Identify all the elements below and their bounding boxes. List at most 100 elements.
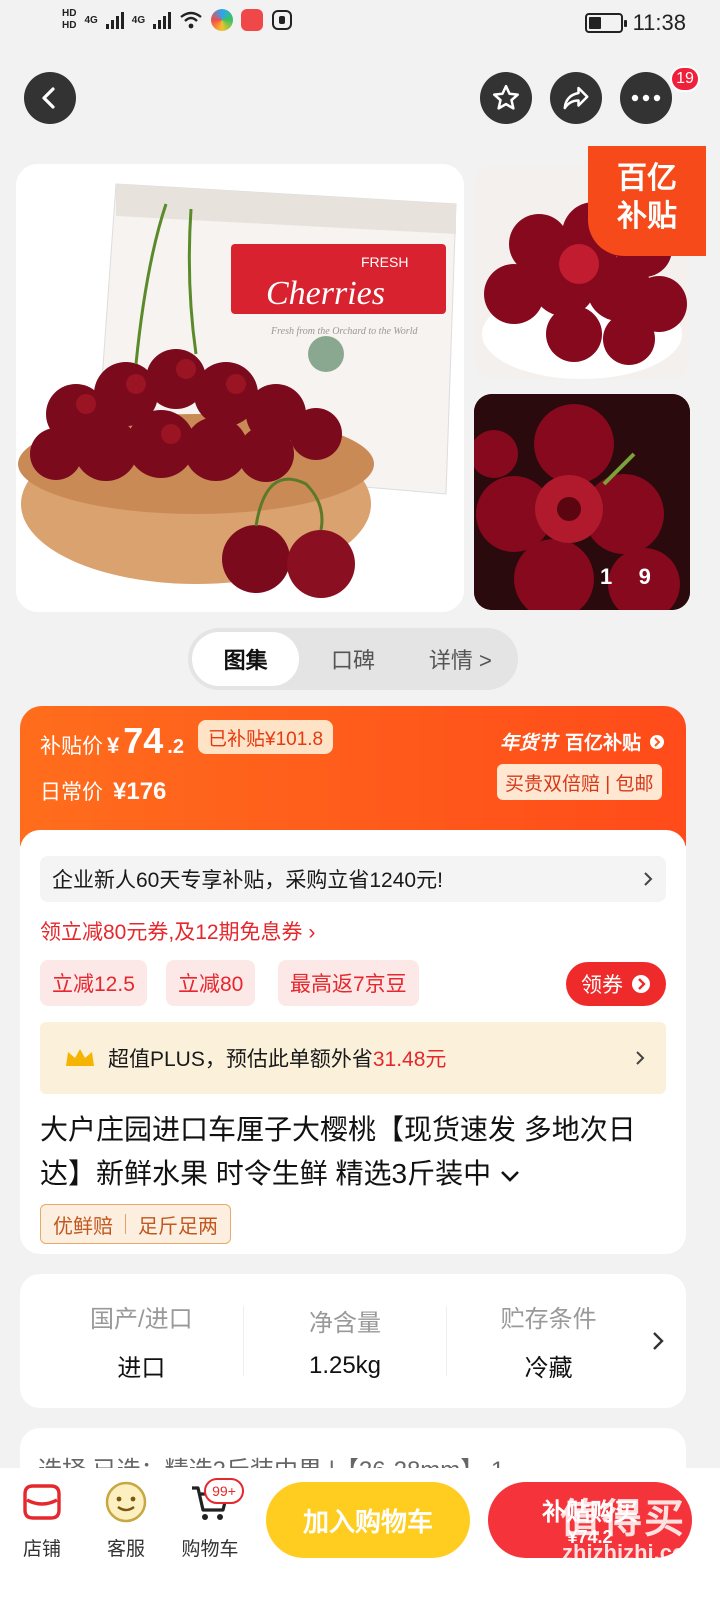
coupon-chip-3[interactable]: 最高返7京豆 — [278, 960, 419, 1006]
chevron-down-icon[interactable] — [499, 1169, 521, 1183]
shop-label: 店铺 — [22, 1539, 61, 1560]
subsidy-price-int: 74 — [123, 720, 164, 761]
cart-badge: 99+ — [204, 1478, 244, 1504]
spec-storage: 贮存条件 冷藏 — [447, 1299, 650, 1383]
arrow-circle-icon — [632, 975, 650, 993]
spec-card[interactable]: 国产/进口 进口 净含量 1.25kg 贮存条件 冷藏 — [20, 1274, 686, 1408]
plus-savings-amount: 31.48元 — [372, 1048, 447, 1071]
brand-tag: 百亿补贴 — [565, 733, 642, 754]
hd2-label: HD — [62, 20, 77, 31]
signal-icon-2 — [153, 11, 172, 29]
service-tags[interactable]: 优鲜赔 足斤足两 — [40, 1204, 231, 1244]
product-title: 大户庄园进口车厘子大樱桃【现货速发 多地次日达】新鲜水果 时令生鲜 精选3斤装中 — [40, 1108, 660, 1196]
service-label: 客服 — [106, 1539, 145, 1560]
message-count-badge: 19 — [670, 66, 700, 92]
status-left: HD HD 4G 4G — [62, 8, 293, 32]
more-dots-icon — [631, 94, 661, 102]
subsidy-price: 补贴价 ¥ 74 .2 — [40, 720, 184, 762]
spec-origin-key: 国产/进口 — [90, 1306, 193, 1333]
subsidy-corner-badge: 百亿 补贴 — [588, 146, 706, 256]
subsidized-amount-pill: 已补贴¥101.8 — [198, 720, 334, 754]
net1-label: 4G — [84, 14, 98, 26]
share-button[interactable] — [550, 72, 602, 124]
product-main-image[interactable]: FRESH Cherries Fresh from the Orchard to… — [16, 164, 464, 612]
enterprise-subsidy-row[interactable]: 企业新人60天专享补贴，采购立省1240元! — [40, 856, 666, 902]
plus-savings-content: 超值PLUS，预估此单额外省 31.48元 — [64, 1043, 446, 1073]
spec-origin-value: 进口 — [117, 1355, 166, 1382]
image-counter-total: 9 — [638, 564, 653, 589]
tab-reviews[interactable]: 口碑 — [299, 632, 406, 686]
spec-storage-key: 贮存条件 — [500, 1306, 597, 1333]
service-tag-1: 优鲜赔 — [53, 1215, 113, 1238]
content-tabs: 图集 口碑 详情 > — [188, 628, 518, 690]
back-button[interactable] — [24, 72, 76, 124]
subsidy-badge-line2: 补贴 — [617, 200, 677, 233]
guarantee-tag: 买贵双倍赔 | 包邮 — [497, 764, 662, 800]
festival-brand-tag[interactable]: 年货节 百亿补贴 — [500, 728, 665, 755]
signal-icon — [105, 11, 124, 29]
spec-weight-key: 净含量 — [309, 1309, 381, 1337]
battery-icon — [584, 13, 627, 33]
cherries-box-illustration: FRESH Cherries Fresh from the Orchard to… — [16, 164, 464, 612]
subsidy-price-label: 补贴价 — [40, 735, 103, 758]
regular-price-value: ¥176 — [113, 778, 167, 805]
subsidy-price-dec: .2 — [167, 736, 184, 758]
cherries-closeup-image — [474, 394, 690, 610]
add-to-cart-button[interactable]: 加入购物车 — [266, 1482, 470, 1558]
regular-price: 日常价 ¥176 — [40, 776, 166, 806]
tab-gallery[interactable]: 图集 — [192, 632, 300, 686]
service-face-icon — [102, 1478, 150, 1526]
arrow-circle-icon — [650, 734, 665, 749]
image-counter-current: 1 — [600, 564, 615, 589]
coupon-chip-2[interactable]: 立减80 — [166, 960, 256, 1006]
box-text-cherries: Cherries — [266, 275, 385, 312]
image-counter: 1 9 — [600, 564, 653, 590]
subsidy-currency: ¥ — [107, 733, 120, 758]
product-title-text: 大户庄园进口车厘子大樱桃【现货速发 多地次日达】新鲜水果 时令生鲜 精选3斤装中 — [40, 1114, 636, 1189]
chevron-right-icon — [636, 1051, 645, 1065]
service-tag-2: 足斤足两 — [138, 1215, 218, 1238]
clock: 11:38 — [632, 10, 686, 35]
crown-icon — [66, 1049, 94, 1066]
net2-label: 4G — [131, 14, 146, 26]
status-bar: HD HD 4G 4G 11:38 — [0, 0, 720, 52]
plus-savings-text: 超值PLUS，预估此单额外省 — [108, 1048, 373, 1071]
watermark: 值得买 — [560, 1497, 686, 1541]
store-icon — [18, 1478, 66, 1526]
chevron-right-icon — [653, 1332, 664, 1350]
cart-label: 购物车 — [181, 1539, 239, 1560]
tab-details[interactable]: 详情 > — [407, 632, 514, 686]
app-icon-red — [241, 9, 264, 31]
spec-origin: 国产/进口 进口 — [40, 1299, 243, 1383]
shield-hand-icon — [272, 10, 293, 30]
box-text-sub: Fresh from the Orchard to the World — [270, 326, 418, 337]
app-icon-colorful — [211, 9, 234, 31]
coupon-link[interactable]: 领立减80元券,及12期免息券 › — [40, 916, 315, 946]
shop-button[interactable]: 店铺 — [2, 1478, 82, 1561]
status-right: 11:38 — [584, 10, 686, 36]
star-icon — [493, 84, 519, 110]
coupon-chip-1[interactable]: 立减12.5 — [40, 960, 147, 1006]
wifi-icon — [180, 11, 202, 29]
plus-savings-row[interactable]: 超值PLUS，预估此单额外省 31.48元 — [40, 1022, 666, 1094]
box-text-fresh: FRESH — [361, 254, 408, 270]
product-thumb-2[interactable] — [474, 394, 690, 610]
regular-price-label: 日常价 — [40, 781, 103, 804]
enterprise-subsidy-text: 企业新人60天专享补贴，采购立省1240元! — [52, 869, 443, 892]
spec-net-weight: 净含量 1.25kg — [244, 1303, 447, 1380]
spec-storage-value: 冷藏 — [524, 1355, 573, 1382]
favorite-button[interactable] — [480, 72, 532, 124]
festival-tag: 年货节 — [500, 733, 558, 754]
hd-indicators: HD HD — [62, 8, 76, 32]
share-icon — [563, 86, 589, 110]
customer-service-button[interactable]: 客服 — [86, 1478, 166, 1561]
watermark-url: zhizhizhi.com — [562, 1540, 705, 1565]
chevron-right-icon — [644, 872, 653, 886]
get-coupon-label: 领券 — [581, 974, 623, 997]
chevron-left-icon — [42, 87, 55, 109]
spec-weight-value: 1.25kg — [308, 1351, 382, 1379]
hd1-label: HD — [62, 8, 77, 19]
get-coupon-button[interactable]: 领券 — [566, 962, 666, 1006]
subsidy-badge-line1: 百亿 — [617, 162, 677, 195]
more-button[interactable] — [620, 72, 672, 124]
